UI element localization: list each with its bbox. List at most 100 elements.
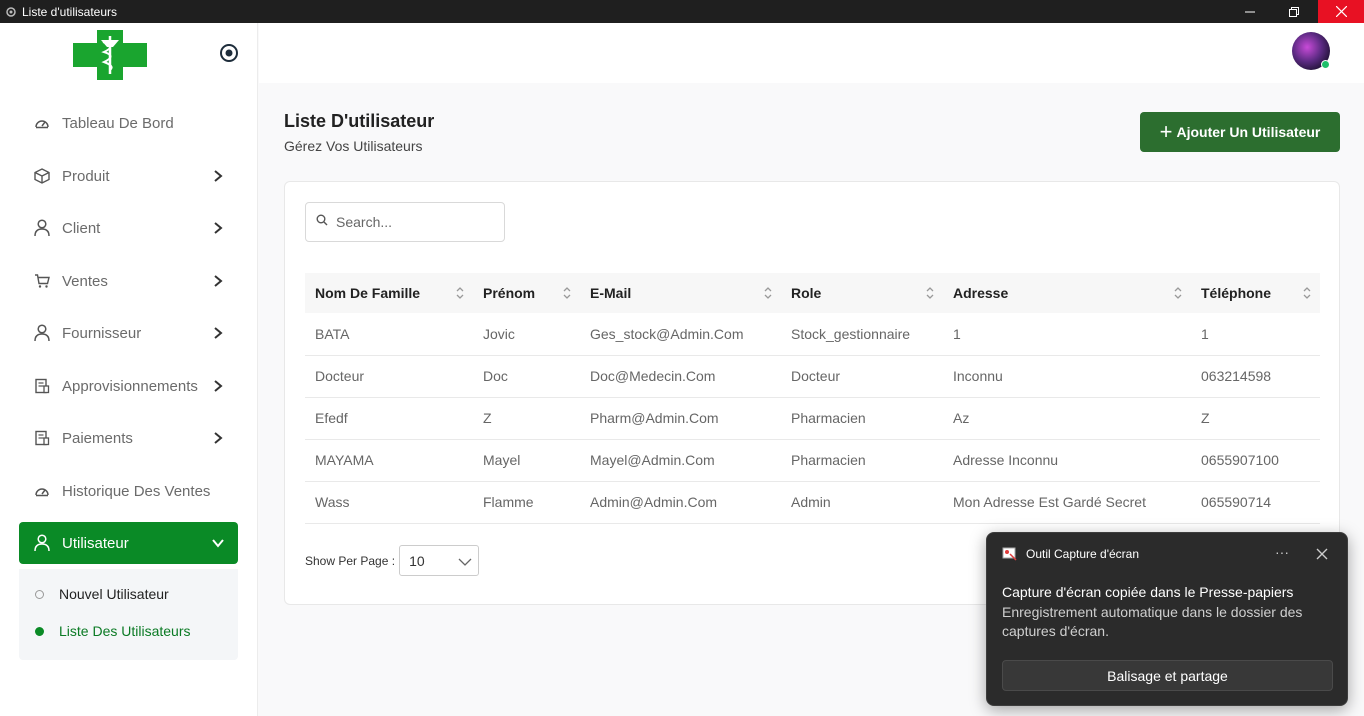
table-cell: Mayel	[483, 452, 521, 468]
sort-icon[interactable]	[562, 284, 572, 302]
sidebar-item-label: Fournisseur	[62, 324, 142, 342]
column-header[interactable]: Role	[781, 273, 943, 313]
sidebar-item-utilisateur[interactable]: Utilisateur	[19, 522, 238, 564]
user-icon	[33, 534, 51, 552]
avatar[interactable]	[1292, 32, 1330, 70]
per-page-label: Show Per Page :	[305, 553, 396, 568]
cart-icon	[33, 272, 51, 290]
snipping-tool-icon	[1002, 547, 1018, 561]
receipt-icon	[33, 377, 51, 395]
table-cell: Doc@Medecin.Com	[590, 368, 716, 384]
table-cell: Ges_stock@Admin.Com	[590, 325, 744, 342]
table-row[interactable]: Wass Flamme Admin@Admin.Com Admin Mon Adress…	[305, 481, 1320, 523]
sidebar-item-tableau-de-bord[interactable]: Tableau De Bord	[19, 102, 238, 144]
sidebar-item-label: Ventes	[62, 272, 108, 290]
column-header[interactable]: Nom De Famille	[305, 273, 473, 313]
table-cell: Stock_gestionnaire	[791, 325, 911, 342]
chevron-right-icon	[211, 220, 225, 236]
add-user-button[interactable]: + Ajouter Un Utilisateur	[1140, 112, 1340, 152]
restore-button[interactable]	[1271, 0, 1317, 23]
user-submenu: Nouvel Utilisateur Liste Des Utilisateur…	[19, 569, 238, 660]
table-row[interactable]: BATA Jovic Ges_stock@Admin.Com Stock_gestio…	[305, 313, 1320, 355]
table-cell: Doc	[483, 368, 508, 384]
pharmacy-logo[interactable]	[40, 29, 180, 81]
table-cell: Adresse Inconnu	[953, 452, 1059, 468]
table-cell: 0655907100	[1201, 452, 1279, 468]
table-cell: Docteur	[315, 368, 365, 384]
per-page-select[interactable]: 10	[399, 545, 480, 576]
sidebar-item-historique-des-ventes[interactable]: Historique Des Ventes	[19, 470, 238, 512]
table-cell: Mon Adresse Est Gardé Secret	[953, 494, 1146, 510]
dashboard-icon	[33, 482, 51, 500]
table-cell: 065590714	[1201, 494, 1272, 510]
window-titlebar: Liste d'utilisateurs	[0, 0, 1364, 23]
sidebar-item-label: Paiements	[62, 429, 133, 447]
table-cell: Admin@Admin.Com	[590, 494, 718, 510]
column-header-label: Téléphone	[1201, 285, 1272, 301]
sidebar-item-label: Produit	[62, 167, 110, 185]
column-header[interactable]: E-Mail	[580, 273, 781, 313]
chevron-right-icon	[211, 325, 225, 341]
table-cell: Pharmacien	[791, 410, 866, 426]
sidebar-item-paiements[interactable]: Paiements	[19, 417, 238, 459]
toast-headline: Capture d'écran copiée dans le Presse-pa…	[1002, 584, 1294, 600]
table-cell: Jovic	[483, 325, 515, 342]
toast-body: Enregistrement automatique dans le dossi…	[1002, 604, 1303, 639]
search-input[interactable]	[336, 214, 486, 230]
toast-app-row: Outil Capture d'écran	[1002, 547, 1139, 561]
sort-icon[interactable]	[1302, 284, 1312, 302]
table-cell: Flamme	[483, 494, 534, 510]
sidebar-item-label: Approvisionnements	[62, 377, 198, 395]
column-header-label: Role	[791, 285, 822, 301]
table-cell: Docteur	[791, 368, 841, 384]
table-cell: Pharm@Admin.Com	[590, 410, 719, 426]
users-table: Nom De Famille Prénom E-Mail Role Adresse Tél…	[305, 273, 1320, 524]
column-header[interactable]: Téléphone	[1191, 273, 1320, 313]
sort-icon[interactable]	[1173, 284, 1183, 302]
sidebar-item-ventes[interactable]: Ventes	[19, 260, 238, 302]
close-icon[interactable]	[1315, 547, 1329, 561]
column-header-label: Adresse	[953, 285, 1009, 301]
sidebar-item-client[interactable]: Client	[19, 207, 238, 249]
column-header-label: E-Mail	[590, 285, 632, 301]
table-row[interactable]: Docteur Doc Doc@Medecin.Com Docteur Inconnu 0…	[305, 355, 1320, 397]
table-row[interactable]: Efedf Z Pharm@Admin.Com Pharmacien Az Z	[305, 397, 1320, 439]
sidebar-item-label: Client	[62, 219, 101, 237]
screenshot-toast: Outil Capture d'écran ··· Capture d'écra…	[986, 532, 1348, 706]
page-title: Liste D'utilisateur	[284, 111, 435, 131]
table-cell: Inconnu	[953, 368, 1003, 384]
submenu-item-new-user[interactable]: Nouvel Utilisateur	[35, 586, 169, 602]
sidebar-toggle-icon[interactable]	[219, 43, 239, 63]
per-page-control: Show Per Page : 10	[305, 545, 480, 576]
bullet-icon	[35, 626, 44, 636]
search-box[interactable]	[305, 202, 505, 242]
submenu-label: Liste Des Utilisateurs	[59, 623, 191, 639]
column-header[interactable]: Adresse	[943, 273, 1191, 313]
minimize-button[interactable]	[1227, 0, 1273, 23]
table-row[interactable]: MAYAMA Mayel Mayel@Admin.Com Pharmacien Adre…	[305, 439, 1320, 481]
chevron-down-icon	[211, 535, 225, 551]
table-cell: 1	[953, 325, 961, 342]
table-cell: 1	[1201, 325, 1209, 342]
submenu-item-user-list[interactable]: Liste Des Utilisateurs	[35, 623, 191, 639]
sidebar-item-fournisseur[interactable]: Fournisseur	[19, 312, 238, 354]
markup-share-button[interactable]: Balisage et partage	[1002, 660, 1333, 691]
column-header[interactable]: Prénom	[473, 273, 580, 313]
table-cell: Wass	[315, 494, 350, 510]
top-header	[259, 23, 1364, 83]
sort-icon[interactable]	[925, 284, 935, 302]
sort-icon[interactable]	[455, 284, 465, 302]
dashboard-icon	[33, 114, 51, 132]
column-header-label: Nom De Famille	[315, 285, 421, 301]
app-gear-icon	[5, 6, 17, 18]
plus-icon: +	[1159, 119, 1173, 144]
table-cell: Admin	[791, 494, 831, 510]
add-user-label: Ajouter Un Utilisateur	[1176, 124, 1321, 140]
sidebar-item-approvisionnements[interactable]: Approvisionnements	[19, 365, 238, 407]
per-page-value: 10	[409, 552, 425, 569]
sidebar-item-label: Tableau De Bord	[62, 114, 174, 132]
sort-icon[interactable]	[763, 284, 773, 302]
close-window-button[interactable]	[1318, 0, 1364, 23]
sidebar-item-produit[interactable]: Produit	[19, 155, 238, 197]
more-options-icon[interactable]: ···	[1275, 544, 1289, 560]
